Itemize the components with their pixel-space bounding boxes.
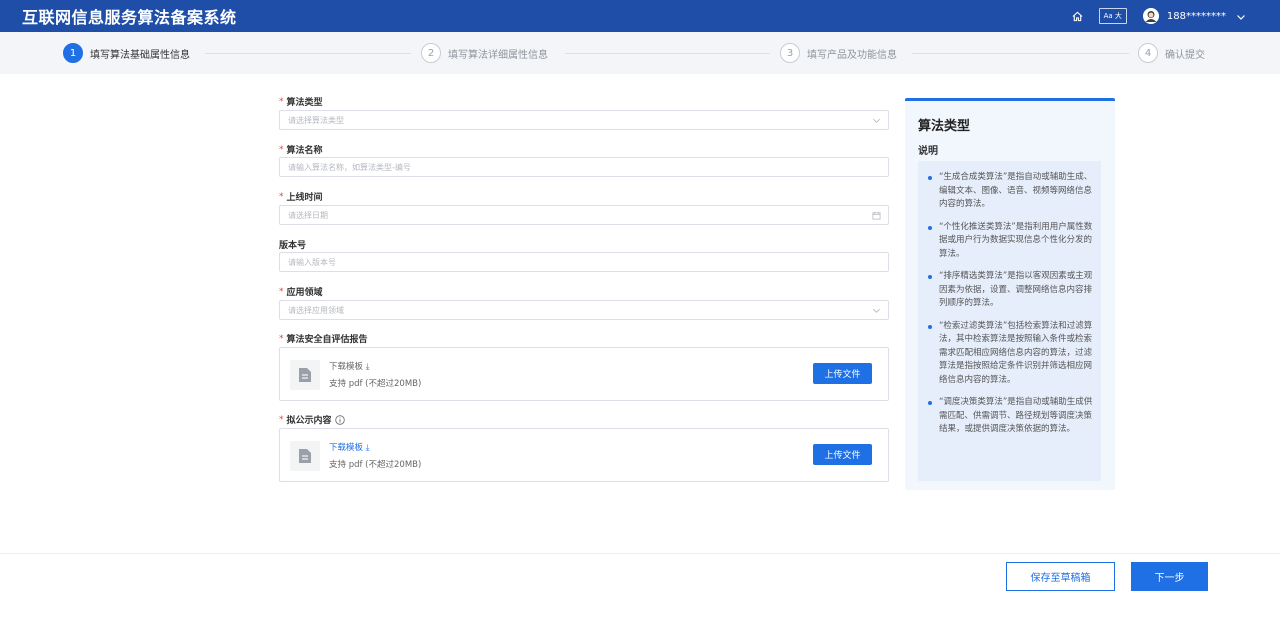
upload-file-button[interactable]: 上传文件 xyxy=(813,444,872,465)
info-icon[interactable] xyxy=(334,414,345,425)
panel-list-item: “排序精选类算法”是指以客观因素或主观因素为依据，设置、调整网络信息内容排列顺序… xyxy=(928,270,1093,311)
step-1: 1 填写算法基础属性信息 xyxy=(63,43,190,63)
required-mark: * xyxy=(279,191,284,202)
input-placeholder: 请选择日期 xyxy=(288,210,328,220)
public-content-upload-area: 下载模板 ⤓ 支持 pdf (不超过20MB) 上传文件 xyxy=(279,428,889,482)
download-template-link[interactable]: 下载模板 ⤓ xyxy=(329,360,369,372)
app-title: 互联网信息服务算法备案系统 xyxy=(22,8,237,27)
required-mark: * xyxy=(279,144,284,155)
download-icon: ⤓ xyxy=(365,443,370,453)
step-number: 4 xyxy=(1138,43,1158,63)
domain-select[interactable]: 请选择应用领域 xyxy=(279,300,889,320)
panel-subtitle: 说明 xyxy=(918,146,938,157)
download-template-link[interactable]: 下载模板 ⤓ xyxy=(329,441,369,453)
public-content-label: * 拟公示内容 xyxy=(279,413,345,426)
avatar[interactable] xyxy=(1142,8,1159,24)
field-label-text: 算法类型 xyxy=(286,98,323,108)
upload-file-button[interactable]: 上传文件 xyxy=(813,363,872,384)
required-mark: * xyxy=(279,96,284,107)
online-date-picker[interactable]: 请选择日期 xyxy=(279,205,889,225)
step-2: 2 填写算法详细属性信息 xyxy=(421,43,548,63)
required-mark: * xyxy=(279,414,284,425)
user-name[interactable]: 188******** xyxy=(1167,11,1226,22)
algo-type-select[interactable]: 请选择算法类型 xyxy=(279,110,889,130)
file-icon xyxy=(290,360,320,390)
field-label-text: 上线时间 xyxy=(286,193,323,203)
field-label-text: 算法安全自评估报告 xyxy=(286,335,368,345)
select-placeholder: 请选择算法类型 xyxy=(288,115,344,125)
save-draft-button[interactable]: 保存至草稿箱 xyxy=(1006,562,1115,591)
input-placeholder: 请输入版本号 xyxy=(288,257,336,267)
step-connector xyxy=(565,53,770,54)
step-number: 1 xyxy=(63,43,83,63)
required-mark: * xyxy=(279,286,284,297)
chevron-down-icon xyxy=(873,308,880,313)
algo-name-label: * 算法名称 xyxy=(279,143,323,157)
field-label-text: 版本号 xyxy=(279,241,307,251)
panel-list-item: “检索过滤类算法”包括检索算法和过滤算法，其中检索算法是按照输入条件或检索需求匹… xyxy=(928,320,1093,388)
panel-content: “生成合成类算法”是指自动或辅助生成、编辑文本、图像、语音、视频等网络信息内容的… xyxy=(918,161,1101,481)
home-icon[interactable] xyxy=(1071,9,1085,23)
calendar-icon xyxy=(872,211,881,220)
file-icon xyxy=(290,441,320,471)
panel-title: 算法类型 xyxy=(918,119,971,134)
step-number: 2 xyxy=(421,43,441,63)
download-icon: ⤓ xyxy=(365,362,370,372)
upload-hint: 支持 pdf (不超过20MB) xyxy=(329,460,422,470)
next-step-button[interactable]: 下一步 xyxy=(1131,562,1208,591)
report-upload-area: 下载模板 ⤓ 支持 pdf (不超过20MB) 上传文件 xyxy=(279,347,889,401)
step-connector xyxy=(205,53,411,54)
step-number: 3 xyxy=(780,43,800,63)
field-label-text: 应用领域 xyxy=(286,288,323,298)
step-label: 填写产品及功能信息 xyxy=(807,49,897,61)
field-label-text: 算法名称 xyxy=(286,146,323,156)
download-label: 下载模板 xyxy=(329,362,364,372)
step-label: 填写算法详细属性信息 xyxy=(448,49,548,61)
panel-list-item: “调度决策类算法”是指自动或辅助生成供需匹配、供需调节、路径规划等调度决策结果，… xyxy=(928,396,1093,437)
select-placeholder: 请选择应用领域 xyxy=(288,305,344,315)
chevron-down-icon[interactable] xyxy=(1236,7,1246,26)
algo-type-label: * 算法类型 xyxy=(279,95,323,109)
panel-list-item: “生成合成类算法”是指自动或辅助生成、编辑文本、图像、语音、视频等网络信息内容的… xyxy=(928,171,1093,212)
step-4: 4 确认提交 xyxy=(1138,43,1205,63)
version-input[interactable]: 请输入版本号 xyxy=(279,252,889,272)
step-progress: 1 填写算法基础属性信息 2 填写算法详细属性信息 3 填写产品及功能信息 4 … xyxy=(0,32,1280,74)
help-panel: 算法类型 说明 “生成合成类算法”是指自动或辅助生成、编辑文本、图像、语音、视频… xyxy=(905,98,1115,490)
upload-hint: 支持 pdf (不超过20MB) xyxy=(329,379,422,389)
algo-name-input[interactable]: 请输入算法名称，如算法类型-编号 xyxy=(279,157,889,177)
required-mark: * xyxy=(279,333,284,344)
header-actions: Aa 大 188******** xyxy=(1071,0,1246,32)
chevron-down-icon xyxy=(873,118,880,123)
download-label: 下载模板 xyxy=(329,443,364,453)
version-label: 版本号 xyxy=(279,238,306,251)
step-label: 填写算法基础属性信息 xyxy=(90,49,190,61)
font-size-button[interactable]: Aa 大 xyxy=(1098,8,1127,24)
report-label: * 算法安全自评估报告 xyxy=(279,332,368,346)
step-connector xyxy=(912,53,1129,54)
step-3: 3 填写产品及功能信息 xyxy=(780,43,897,63)
online-time-label: * 上线时间 xyxy=(279,190,323,204)
panel-list-item: “个性化推送类算法”是指利用用户属性数据或用户行为数据实现信息个性化分发的算法。 xyxy=(928,221,1093,262)
step-label: 确认提交 xyxy=(1165,49,1205,61)
input-placeholder: 请输入算法名称，如算法类型-编号 xyxy=(288,162,411,172)
top-header: 互联网信息服务算法备案系统 Aa 大 188******** xyxy=(0,0,1280,32)
field-label-text: 拟公示内容 xyxy=(286,416,332,426)
footer-divider xyxy=(0,553,1280,554)
domain-label: * 应用领域 xyxy=(279,285,323,299)
